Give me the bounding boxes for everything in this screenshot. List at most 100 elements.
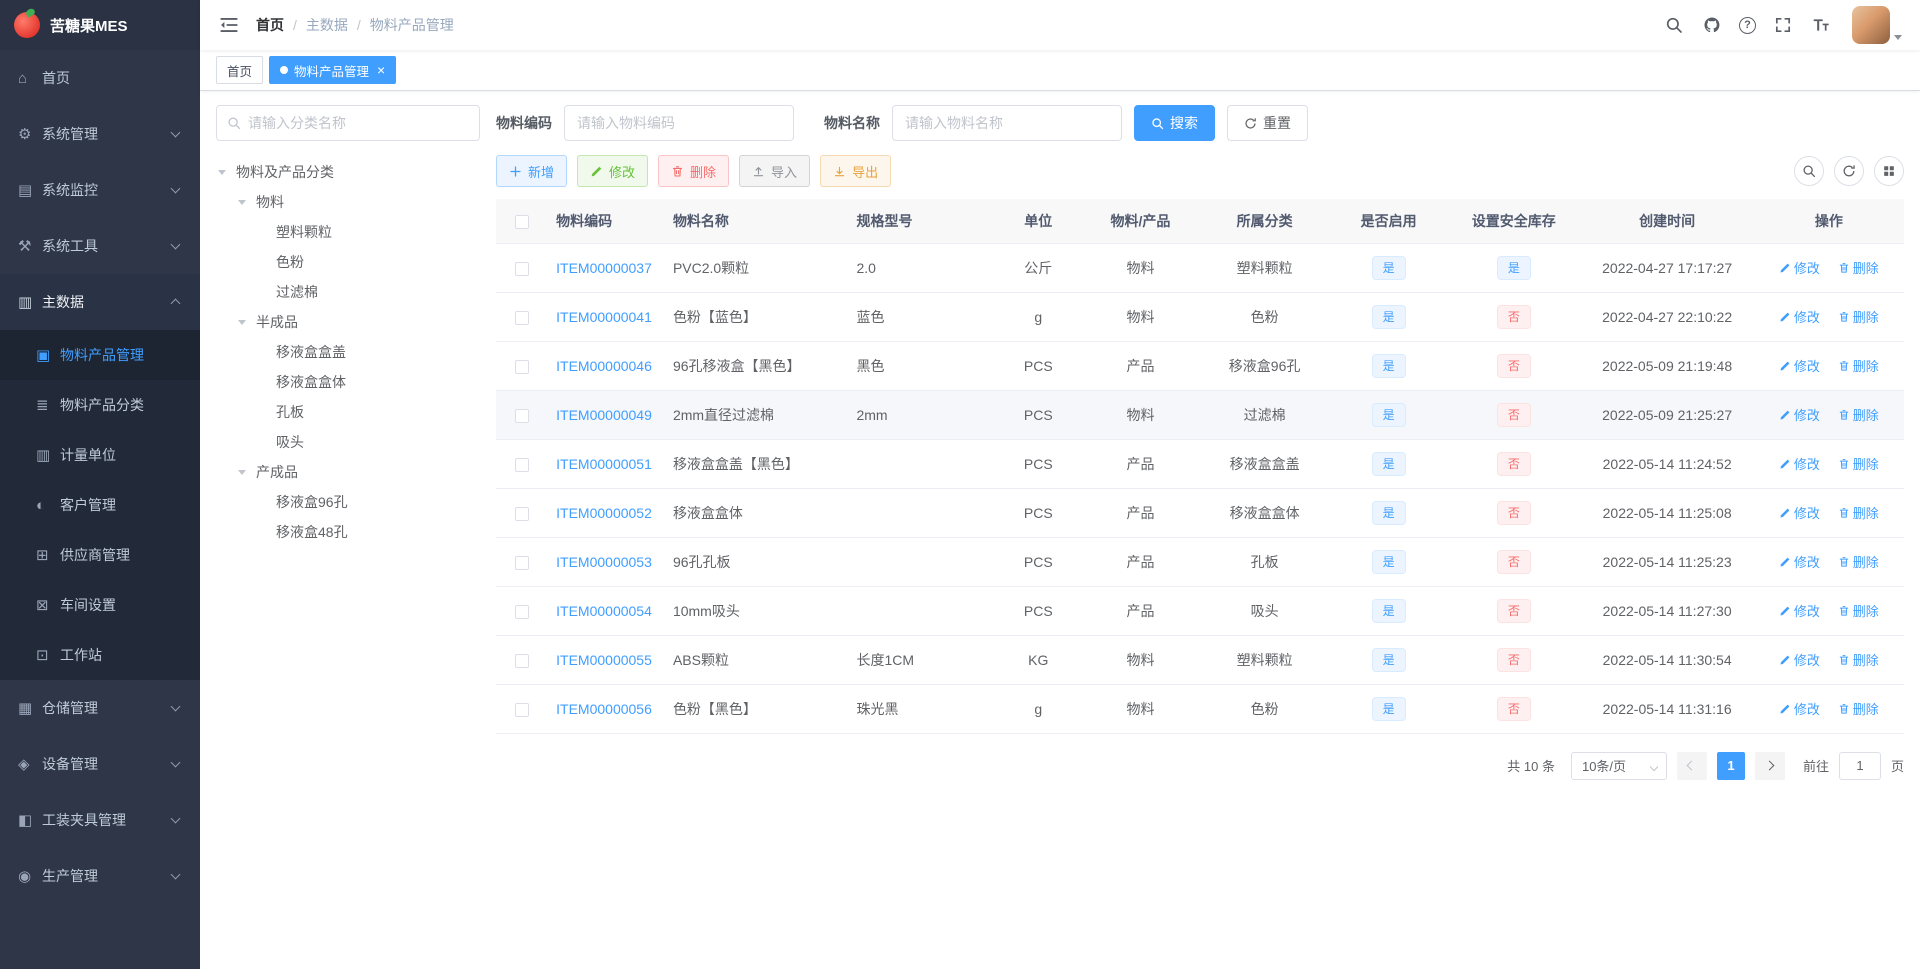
- tree-node[interactable]: 移液盒96孔: [216, 487, 480, 517]
- tree-node[interactable]: 吸头: [216, 427, 480, 457]
- row-delete-button[interactable]: 删除: [1838, 699, 1879, 718]
- row-edit-button[interactable]: 修改: [1779, 405, 1820, 424]
- current-page-button[interactable]: 1: [1716, 751, 1745, 780]
- sidebar-item[interactable]: ▤ 系统监控: [0, 162, 200, 218]
- select-all-checkbox[interactable]: [515, 214, 530, 229]
- goto-page-input[interactable]: [1838, 751, 1881, 780]
- import-button[interactable]: 导入: [739, 155, 811, 187]
- row-delete-button[interactable]: 删除: [1838, 405, 1879, 424]
- sidebar-subitem[interactable]: ▣ 物料产品管理: [0, 330, 200, 380]
- sidebar-item[interactable]: ◉ 生产管理: [0, 848, 200, 904]
- sidebar-subitem[interactable]: ⊞ 供应商管理: [0, 530, 200, 580]
- tree-node[interactable]: 产成品: [216, 457, 480, 487]
- row-delete-button[interactable]: 删除: [1838, 258, 1879, 277]
- item-code-link[interactable]: ITEM00000041: [556, 309, 652, 325]
- row-delete-button[interactable]: 删除: [1838, 650, 1879, 669]
- prev-page-button[interactable]: [1676, 751, 1707, 780]
- tree-node[interactable]: 塑料颗粒: [216, 217, 480, 247]
- item-code-link[interactable]: ITEM00000054: [556, 603, 652, 619]
- tab-material-product-management[interactable]: 物料产品管理 ×: [269, 56, 397, 84]
- font-size-icon[interactable]: [1810, 14, 1832, 36]
- row-checkbox[interactable]: [515, 506, 530, 521]
- sidebar-subitem[interactable]: ≣ 物料产品分类: [0, 380, 200, 430]
- item-code-link[interactable]: ITEM00000055: [556, 652, 652, 668]
- app-logo[interactable]: 苦糖果MES: [0, 0, 200, 50]
- column-settings-icon[interactable]: [1874, 156, 1904, 186]
- fullscreen-icon[interactable]: [1772, 14, 1794, 36]
- tree-node[interactable]: 半成品: [216, 307, 480, 337]
- tree-expand-icon[interactable]: [238, 200, 256, 205]
- user-menu[interactable]: [1852, 6, 1902, 44]
- row-edit-button[interactable]: 修改: [1779, 601, 1820, 620]
- row-edit-button[interactable]: 修改: [1779, 454, 1820, 473]
- item-code-link[interactable]: ITEM00000049: [556, 407, 652, 423]
- tree-node[interactable]: 物料: [216, 187, 480, 217]
- row-delete-button[interactable]: 删除: [1838, 356, 1879, 375]
- breadcrumb-home[interactable]: 首页: [256, 15, 284, 35]
- add-button[interactable]: 新增: [496, 155, 568, 187]
- export-button[interactable]: 导出: [820, 155, 892, 187]
- row-checkbox[interactable]: [515, 359, 530, 374]
- sidebar-item-master-data[interactable]: ▥ 主数据: [0, 274, 200, 330]
- item-code-link[interactable]: ITEM00000037: [556, 260, 652, 276]
- material-name-input[interactable]: [892, 105, 1122, 141]
- sidebar-item[interactable]: ◧ 工装夹具管理: [0, 792, 200, 848]
- refresh-icon[interactable]: [1834, 156, 1864, 186]
- tree-node[interactable]: 物料及产品分类: [216, 157, 480, 187]
- row-delete-button[interactable]: 删除: [1838, 503, 1879, 522]
- tree-node[interactable]: 色粉: [216, 247, 480, 277]
- item-code-link[interactable]: ITEM00000051: [556, 456, 652, 472]
- page-size-select[interactable]: 10条/页: [1570, 751, 1667, 780]
- row-checkbox[interactable]: [515, 702, 530, 717]
- row-checkbox[interactable]: [515, 408, 530, 423]
- edit-button[interactable]: 修改: [577, 155, 649, 187]
- tab-home[interactable]: 首页: [216, 56, 264, 84]
- item-code-link[interactable]: ITEM00000052: [556, 505, 652, 521]
- item-code-link[interactable]: ITEM00000053: [556, 554, 652, 570]
- row-edit-button[interactable]: 修改: [1779, 699, 1820, 718]
- sidebar-subitem[interactable]: ▥ 计量单位: [0, 430, 200, 480]
- tree-node[interactable]: 过滤棉: [216, 277, 480, 307]
- sidebar-item[interactable]: ⌂ 首页: [0, 50, 200, 106]
- delete-button[interactable]: 删除: [658, 155, 730, 187]
- row-delete-button[interactable]: 删除: [1838, 307, 1879, 326]
- row-checkbox[interactable]: [515, 653, 530, 668]
- row-checkbox[interactable]: [515, 555, 530, 570]
- help-icon[interactable]: [1739, 16, 1756, 34]
- hamburger-icon[interactable]: [218, 14, 240, 36]
- tree-expand-icon[interactable]: [238, 470, 256, 475]
- tree-node[interactable]: 移液盒盒盖: [216, 337, 480, 367]
- row-checkbox[interactable]: [515, 604, 530, 619]
- reset-button[interactable]: 重置: [1227, 105, 1308, 141]
- row-checkbox[interactable]: [515, 310, 530, 325]
- sidebar-item[interactable]: ▦ 仓储管理: [0, 680, 200, 736]
- material-code-input[interactable]: [564, 105, 794, 141]
- close-icon[interactable]: ×: [377, 63, 385, 77]
- search-icon[interactable]: [1663, 14, 1685, 36]
- row-edit-button[interactable]: 修改: [1779, 503, 1820, 522]
- sidebar-subitem[interactable]: ◐ 客户管理: [0, 480, 200, 530]
- tree-expand-icon[interactable]: [238, 320, 256, 325]
- row-delete-button[interactable]: 删除: [1838, 454, 1879, 473]
- sidebar-subitem[interactable]: ⊠ 车间设置: [0, 580, 200, 630]
- sidebar-item[interactable]: ◈ 设备管理: [0, 736, 200, 792]
- github-icon[interactable]: [1701, 14, 1723, 36]
- row-delete-button[interactable]: 删除: [1838, 601, 1879, 620]
- row-edit-button[interactable]: 修改: [1779, 356, 1820, 375]
- row-edit-button[interactable]: 修改: [1779, 258, 1820, 277]
- row-delete-button[interactable]: 删除: [1838, 552, 1879, 571]
- row-checkbox[interactable]: [515, 261, 530, 276]
- item-code-link[interactable]: ITEM00000056: [556, 701, 652, 717]
- breadcrumb-master-data[interactable]: 主数据: [306, 15, 348, 35]
- sidebar-item[interactable]: ⚙ 系统管理: [0, 106, 200, 162]
- category-search-input[interactable]: [248, 115, 469, 131]
- search-button[interactable]: 搜索: [1134, 105, 1215, 141]
- toggle-search-icon[interactable]: [1794, 156, 1824, 186]
- tree-expand-icon[interactable]: [218, 170, 236, 175]
- sidebar-item[interactable]: ⚒ 系统工具: [0, 218, 200, 274]
- row-edit-button[interactable]: 修改: [1779, 552, 1820, 571]
- row-edit-button[interactable]: 修改: [1779, 307, 1820, 326]
- item-code-link[interactable]: ITEM00000046: [556, 358, 652, 374]
- row-edit-button[interactable]: 修改: [1779, 650, 1820, 669]
- tree-node[interactable]: 孔板: [216, 397, 480, 427]
